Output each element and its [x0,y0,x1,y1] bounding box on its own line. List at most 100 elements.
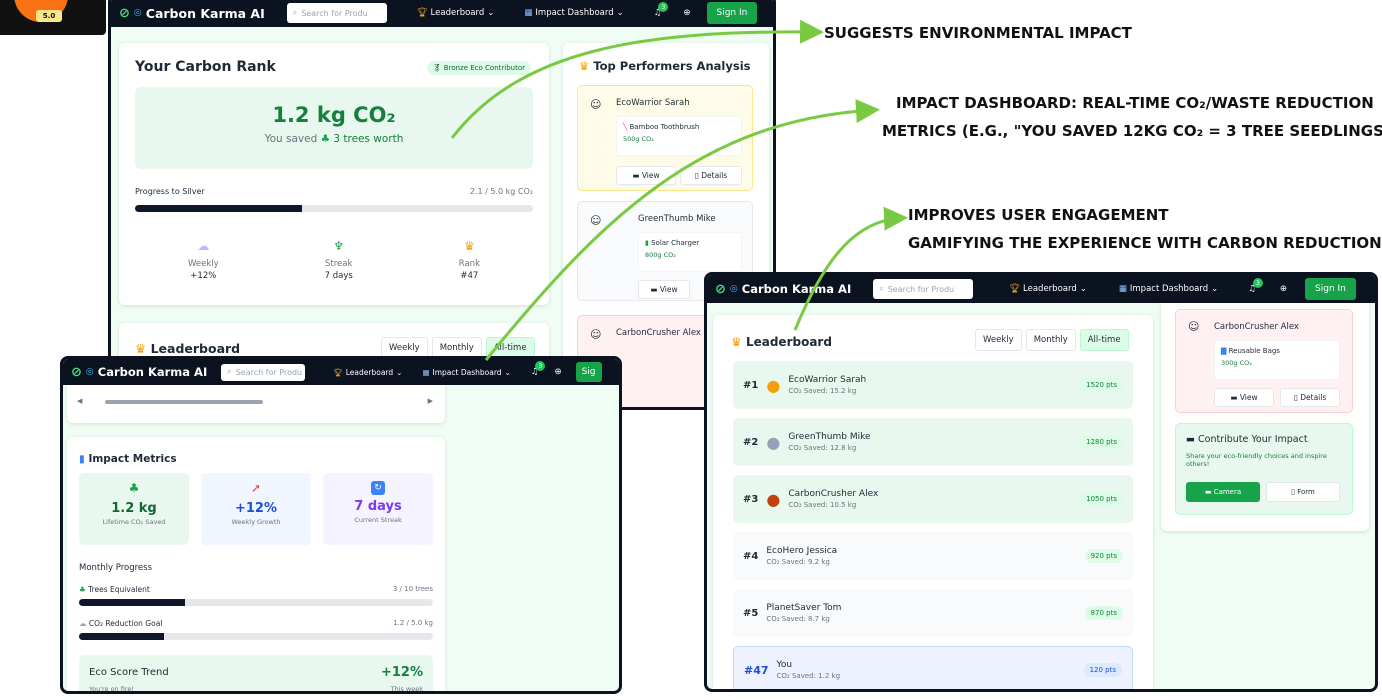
leaf-icon: ♣ [128,481,140,495]
rank-number: #47 [744,663,769,677]
view-button[interactable]: ▬ View [616,166,676,185]
details-button[interactable]: ▯ Details [1280,388,1340,407]
camera-icon: ▬ [1204,488,1212,496]
details-label: Details [1300,393,1327,402]
search-icon: ⌕ [227,367,232,376]
sign-in-button[interactable]: Sign In [1304,278,1356,300]
notifications-button[interactable]: ♫ 3 [654,2,669,18]
language-button[interactable]: ⊕ [554,367,561,377]
sign-in-button[interactable]: Sign In [706,2,758,24]
brand[interactable]: ⊘ ◎ Carbon Karma AI [71,365,207,380]
tab-weekly[interactable]: Weekly [975,329,1022,351]
leaderboard-row[interactable]: #5 PlanetSaver Tom CO₂ Saved: 8.7 kg 870 pt… [733,589,1133,637]
eye-icon: ▬ [650,285,658,294]
view-label: View [659,285,678,294]
search-input[interactable]: ⌕ Search for Produ [221,363,306,381]
leaderboard-row[interactable]: #3 ● CarbonCrusher Alex CO₂ Saved: 10.5 kg 1… [733,475,1133,523]
trees-progress-bar [79,599,433,606]
leaderboard-title: ♛ Leaderboard [731,335,832,349]
chevron-down-icon: ⌄ [616,8,624,18]
scroll-right-icon[interactable]: ▶ [428,397,433,405]
tab-monthly[interactable]: Monthly [1025,329,1076,351]
language-button[interactable]: ⊕ [683,8,690,18]
row-saved: CO₂ Saved: 15.2 kg [788,387,857,395]
nav-leaderboard[interactable]: 🏆︎ Leaderboard ⌄ [1009,284,1087,294]
search-input[interactable]: ⌕ Search for Produ [873,279,974,299]
row-info: CarbonCrusher Alex CO₂ Saved: 10.5 kg [788,489,878,509]
silver-progress-fill [135,205,303,212]
stat-label: Weekly [187,259,219,269]
notification-badge: 3 [535,361,546,371]
leaderboard-row[interactable]: #1 ● EcoWarrior Sarah CO₂ Saved: 15.2 kg 152… [733,361,1133,409]
camera-button[interactable]: ▬ Camera [1186,482,1260,502]
avatar: ☺ [590,98,602,111]
row-name: You [776,660,793,670]
nav-leaderboard[interactable]: 🏆︎ Leaderboard ⌄ [333,368,402,377]
annotation-engagement-2: GAMIFYING THE EXPERIENCE WITH CARBON RED… [908,234,1382,252]
row-info: You CO₂ Saved: 1.2 kg [777,660,841,680]
performers-title: ♛ Top Performers Analysis [579,59,750,73]
rank-number: #2 [743,436,759,448]
co2-saved-value: 1.2 kg CO₂ [272,103,396,127]
nav-impact-dashboard[interactable]: ▦ Impact Dashboard ⌄ [1119,284,1218,294]
form-label: Form [1297,488,1315,496]
brand[interactable]: ⊘ ◎ Carbon Karma AI [119,6,265,21]
row-name: GreenThumb Mike [788,432,871,442]
stat-label: Rank [458,259,480,269]
rank-number: #4 [743,550,759,562]
performers-title-text: Top Performers Analysis [593,59,751,73]
trophy-icon: 🏆︎ [416,8,428,18]
product-co2: 500g CO₂ [623,135,654,143]
leaderboard-title-text: Leaderboard [745,335,832,349]
metric-label: Weekly Growth [231,518,281,526]
sign-in-button[interactable]: Sig [575,362,602,382]
form-button[interactable]: ▯ Form [1266,482,1340,502]
performer-name: CarbonCrusher Alex [616,328,701,338]
brand[interactable]: ⊘ ◎ Carbon Karma AI [715,282,851,297]
search-input[interactable]: ⌕ Search for Produ [286,3,387,23]
product-box: ╲ Bamboo Toothbrush 500g CO₂ [616,116,742,156]
language-button[interactable]: ⊕ [1280,284,1287,294]
avatar: ☺ [590,328,602,341]
trend-week: This week [390,685,423,693]
annotation-environmental-impact: SUGGESTS ENVIRONMENTAL IMPACT [824,24,1132,42]
row-name: PlanetSaver Tom [766,603,842,613]
notifications-button[interactable]: ♫ 3 [531,361,546,377]
row-points: 920 pts [1084,549,1123,563]
trophy-icon: ♛ [731,335,742,349]
leaderboard-row[interactable]: #4 EcoHero Jessica CO₂ Saved: 9.2 kg 920 pt… [733,532,1133,580]
nav-leaderboard[interactable]: 🏆︎ Leaderboard ⌄ [417,8,495,18]
main-window: ⊘ ◎ Carbon Karma AI ⌕ Search for Produ 🏆︎ Le… [108,0,776,410]
tab-all-time[interactable]: All-time [1079,329,1129,351]
row-name: CarbonCrusher Alex [788,489,879,499]
scroll-left-icon[interactable]: ◀ [77,397,82,405]
notifications-button[interactable]: ♫ 3 [1248,278,1263,294]
view-button[interactable]: ▬ View [1214,388,1274,407]
globe-icon: ⊕ [1279,284,1287,294]
view-button[interactable]: ▬ View [638,280,690,299]
search-icon: ⌕ [879,284,884,293]
details-button[interactable]: ▯ Details [680,166,742,185]
rank-stats: ☁ Weekly +12% ♆ Streak 7 days ♛ Rank #47 [135,239,533,281]
leaderboard-row[interactable]: #2 ● GreenThumb Mike CO₂ Saved: 12.8 kg 1280… [733,418,1133,466]
stat-rank: ♛ Rank #47 [459,239,480,281]
contributor-badge-label: Bronze Eco Contributor [443,64,525,72]
trend-title: Eco Score Trend [89,667,169,678]
eye-icon: ▬ [632,171,640,180]
search-placeholder: Search for Produ [887,284,955,294]
performer-name: EcoWarrior Sarah [616,98,690,108]
search-placeholder: Search for Produ [301,8,368,18]
horizontal-scrollbar[interactable] [105,400,263,404]
leaderboard-row-you[interactable]: #47 You CO₂ Saved: 1.2 kg 120 pts [733,646,1133,689]
tree-icon: ♣ [79,585,86,594]
gold-medal-icon: ● [766,375,781,395]
nav-impact-dashboard[interactable]: ▦ Impact Dashboard ⌄ [524,8,623,18]
medal-icon: 🏅︎ [432,64,442,72]
leaderboard-tabs: Weekly Monthly All-time [975,329,1129,351]
product-box: ▇ Reusable Bags 300g CO₂ [1214,340,1340,380]
row-points: 120 pts [1083,663,1122,677]
eco-trend-panel: Eco Score Trend +12% You're on fire! Thi… [79,655,433,693]
nav-impact-dashboard[interactable]: ▦ Impact Dashboard ⌄ [422,368,510,377]
stat-value: +12% [190,271,217,281]
battery-icon: ▮ [645,239,649,247]
